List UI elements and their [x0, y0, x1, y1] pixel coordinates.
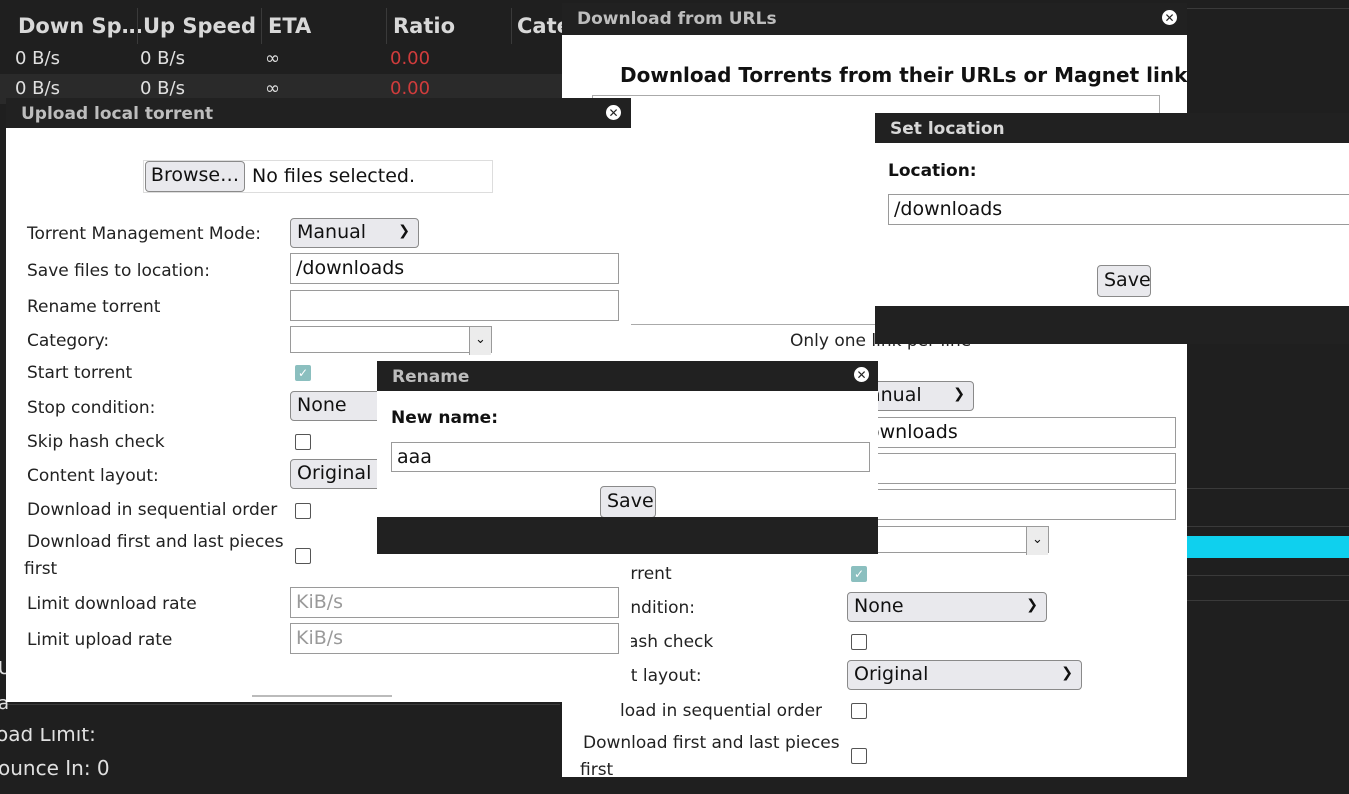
first-last-label-cont: first [580, 760, 614, 777]
skip-hash-label: Skip hash check [27, 432, 165, 452]
dialog-title: Set location [875, 113, 1349, 143]
table-row[interactable]: 0 B/s 0 B/s ∞ 0.00 [0, 44, 600, 74]
limit-download-input[interactable]: KiB/s [290, 587, 619, 618]
divider [0, 704, 560, 705]
management-mode-label: Torrent Management Mode: [27, 224, 261, 244]
upload-button-edge[interactable] [252, 695, 392, 697]
start-torrent-checkbox[interactable]: ✓ [295, 365, 311, 381]
first-last-label: Download first and last pieces [583, 733, 840, 753]
cookie-input[interactable] [862, 489, 1176, 520]
content-layout-select[interactable]: Original❯ [847, 660, 1082, 690]
rename-label: Rename torrent [27, 297, 161, 317]
skip-hash-checkbox[interactable] [851, 634, 867, 650]
rename-input[interactable] [862, 453, 1176, 484]
sequential-label: Download in sequential order [27, 500, 278, 520]
rename-input[interactable] [290, 290, 619, 321]
column-separator [511, 8, 512, 44]
chevron-down-icon: ❯ [1061, 665, 1073, 681]
cell-eta: ∞ [265, 78, 280, 99]
cell-up-speed: 0 B/s [140, 48, 185, 69]
upload-limit-label: oad Limit: [0, 728, 96, 744]
chevron-down-icon: ⌄ [1026, 527, 1048, 555]
cell-up-speed: 0 B/s [140, 78, 185, 99]
skip-hash-label: ash check [628, 632, 714, 652]
divider [1187, 600, 1349, 601]
divider [1187, 488, 1349, 489]
start-torrent-label: Start torrent [27, 363, 133, 383]
divider [1187, 575, 1349, 576]
limit-download-label: Limit download rate [27, 594, 197, 614]
limit-upload-input[interactable]: KiB/s [290, 623, 619, 654]
management-mode-select[interactable]: Manual ❯ [290, 218, 419, 248]
file-picker[interactable]: Browse… No files selected. [143, 160, 493, 193]
chevron-down-icon: ❯ [953, 386, 965, 402]
skip-hash-checkbox[interactable] [295, 434, 311, 450]
chevron-down-icon: ❯ [1026, 597, 1038, 613]
cell-down-speed: 0 B/s [15, 48, 60, 69]
location-input[interactable]: /downloads [888, 194, 1349, 225]
new-name-input[interactable]: aaa [391, 442, 870, 472]
first-last-checkbox[interactable] [851, 748, 867, 764]
rename-dialog: Rename ✕ New name: aaa Save [377, 361, 878, 554]
cell-ratio: 0.00 [390, 48, 431, 69]
first-last-checkbox[interactable] [295, 548, 311, 564]
close-icon[interactable]: ✕ [1160, 8, 1179, 27]
set-location-dialog: Set location Location: /downloads Save [875, 113, 1349, 344]
dialog-title: Rename [377, 361, 878, 391]
column-separator [386, 8, 387, 44]
column-header-up-speed[interactable]: Up Speed [143, 14, 256, 38]
chevron-down-icon: ⌄ [469, 327, 491, 355]
divider [1187, 526, 1349, 527]
sequential-label: load in sequential order [620, 701, 823, 721]
no-files-label: No files selected. [252, 165, 415, 187]
urls-heading: Download Torrents from their URLs or Mag… [620, 63, 1187, 87]
category-label: Category: [27, 331, 110, 351]
content-layout-label: nt layout: [620, 666, 702, 686]
new-name-label: New name: [391, 408, 498, 428]
category-select[interactable]: ⌄ [862, 526, 1049, 555]
browse-button[interactable]: Browse… [145, 161, 245, 192]
content-layout-label: Content layout: [27, 466, 159, 486]
first-last-label-cont: first [24, 559, 58, 579]
start-torrent-checkbox[interactable]: ✓ [851, 566, 867, 582]
dialog-title: Upload local torrent [6, 98, 631, 128]
column-header-eta[interactable]: ETA [268, 14, 311, 38]
management-mode-select[interactable]: anual ❯ [862, 381, 974, 411]
divider [1187, 8, 1349, 9]
cell-ratio: 0.00 [390, 78, 431, 99]
column-header-ratio[interactable]: Ratio [393, 14, 455, 38]
column-header-down-speed[interactable]: Down Sp… [18, 14, 143, 38]
location-label: Location: [888, 161, 977, 181]
save-path-input[interactable]: ownloads [862, 417, 1176, 448]
dialog-footer [377, 517, 878, 554]
stop-condition-select[interactable]: None❯ [847, 592, 1047, 622]
stop-condition-label: Stop condition: [27, 398, 156, 418]
save-location-label: Save files to location: [27, 261, 210, 281]
save-button[interactable]: Save [1097, 265, 1151, 297]
dialog-footer [875, 306, 1349, 344]
limit-upload-label: Limit upload rate [27, 630, 173, 650]
category-select[interactable]: ⌄ [290, 326, 492, 355]
chevron-down-icon: ❯ [398, 223, 410, 239]
close-icon[interactable]: ✕ [852, 365, 871, 384]
sequential-checkbox[interactable] [851, 703, 867, 719]
dialog-title: Download from URLs [562, 3, 1187, 35]
cell-down-speed: 0 B/s [15, 78, 60, 99]
cell-eta: ∞ [265, 48, 280, 69]
save-button[interactable]: Save [600, 486, 656, 518]
stop-condition-label: ondition: [620, 598, 695, 618]
column-separator [137, 8, 138, 44]
sequential-checkbox[interactable] [295, 503, 311, 519]
selected-tab-indicator [1187, 536, 1349, 558]
column-separator [261, 8, 262, 44]
first-last-label: Download first and last pieces [27, 532, 284, 552]
transfer-list-header: Down Sp… Up Speed ETA Ratio Cate [0, 8, 600, 44]
close-icon[interactable]: ✕ [604, 103, 623, 122]
save-location-input[interactable]: /downloads [290, 253, 619, 284]
announce-in-label: ounce In: 0 [0, 756, 110, 780]
